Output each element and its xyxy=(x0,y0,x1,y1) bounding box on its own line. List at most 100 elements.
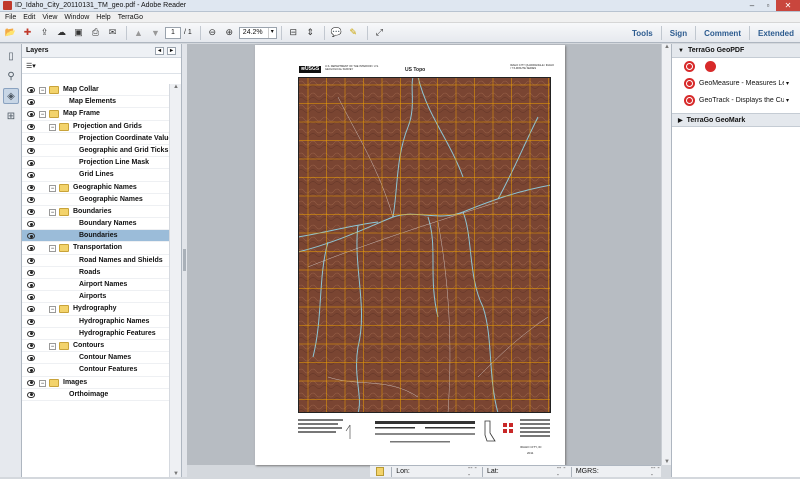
layer-row[interactable]: Grid Lines xyxy=(22,169,170,182)
layer-row[interactable]: Projection Line Mask xyxy=(22,157,170,170)
save-icon[interactable]: ▣ xyxy=(71,25,86,40)
layer-row[interactable]: − Images xyxy=(22,377,170,389)
layer-row[interactable]: Geographic and Grid Ticks xyxy=(22,145,170,158)
fit-page-icon[interactable]: ⊟ xyxy=(286,25,301,40)
previous-page-icon[interactable]: ▲ xyxy=(131,25,146,40)
share-icon[interactable]: ⇪ xyxy=(37,25,52,40)
eye-icon[interactable] xyxy=(27,294,35,301)
eye-icon[interactable] xyxy=(27,196,35,203)
eye-icon[interactable] xyxy=(27,221,35,228)
menu-file[interactable]: File xyxy=(5,14,16,21)
layer-row[interactable]: − Transportation xyxy=(22,242,170,255)
layer-row[interactable]: − Contours xyxy=(22,340,170,353)
eye-icon[interactable] xyxy=(27,172,35,179)
page-thumbnails-icon[interactable]: ▯ xyxy=(3,48,19,64)
layer-row[interactable]: Map Elements xyxy=(22,96,170,109)
layer-row[interactable]: − Map Frame xyxy=(22,108,170,121)
eye-icon[interactable] xyxy=(27,233,35,240)
open-icon[interactable]: 📂 xyxy=(3,25,18,40)
eye-icon[interactable] xyxy=(27,318,35,325)
eye-icon[interactable] xyxy=(27,282,35,288)
eye-icon[interactable] xyxy=(27,123,35,130)
expand-icon[interactable]: ⤢ xyxy=(372,25,387,40)
collapse-panel-button[interactable]: ◂ xyxy=(155,47,164,55)
layer-row[interactable]: Hydrographic Names xyxy=(22,316,170,328)
expand-collapse-icon[interactable]: − xyxy=(39,111,46,119)
eye-icon[interactable] xyxy=(27,355,35,362)
expand-collapse-icon[interactable]: − xyxy=(39,379,46,387)
layer-row[interactable]: Hydrographic Features xyxy=(22,328,170,340)
geotrack-tool[interactable]: GeoTrack - Displays the Cu... ▾ xyxy=(672,92,800,109)
layer-row[interactable]: Geographic Names xyxy=(22,194,170,206)
close-button[interactable]: ✕ xyxy=(776,0,800,11)
menu-help[interactable]: Help xyxy=(96,14,110,21)
eye-icon[interactable] xyxy=(27,330,35,337)
sign-link[interactable]: Sign xyxy=(670,29,687,38)
zoom-out-icon[interactable]: ⊖ xyxy=(205,25,220,40)
comment-link[interactable]: Comment xyxy=(704,29,741,38)
geolocate-icon[interactable] xyxy=(705,61,716,72)
eye-icon[interactable] xyxy=(27,379,35,386)
layer-row[interactable]: Roads xyxy=(22,267,170,279)
expand-collapse-icon[interactable]: − xyxy=(49,342,56,350)
model-tree-icon[interactable]: ⊞ xyxy=(3,108,19,124)
terrago-geopdf-section[interactable]: ▼ TerraGo GeoPDF xyxy=(672,44,800,58)
layer-row[interactable]: − Map Collar xyxy=(22,84,170,97)
topographic-map[interactable] xyxy=(298,77,551,413)
eye-icon[interactable] xyxy=(27,391,35,398)
zoom-level-select[interactable]: 24.2% ▾ xyxy=(238,26,277,39)
zoom-in-icon[interactable]: ⊕ xyxy=(222,25,237,40)
eye-icon[interactable] xyxy=(27,111,35,118)
layer-row[interactable]: Projection Coordinate Values xyxy=(22,133,176,145)
email-icon[interactable]: ✉ xyxy=(105,25,120,40)
eye-icon[interactable] xyxy=(27,147,35,154)
eye-icon[interactable] xyxy=(27,184,35,191)
menu-edit[interactable]: Edit xyxy=(23,14,35,21)
expand-collapse-icon[interactable]: − xyxy=(49,245,56,253)
document-scrollbar[interactable] xyxy=(661,44,671,465)
chevron-down-icon[interactable]: ▾ xyxy=(786,97,789,104)
layer-row[interactable]: Contour Names xyxy=(22,352,170,365)
eye-icon[interactable] xyxy=(27,135,35,142)
layer-row[interactable]: Airports xyxy=(22,291,170,304)
eye-icon[interactable] xyxy=(27,306,35,313)
eye-icon[interactable] xyxy=(27,208,35,215)
geomeasure-tool[interactable]: GeoMeasure - Measures Le... ▾ xyxy=(672,75,800,92)
print-icon[interactable]: ⎙ xyxy=(88,25,103,40)
menu-window[interactable]: Window xyxy=(64,14,89,21)
scroll-mode-icon[interactable]: ⇕ xyxy=(303,25,318,40)
expand-collapse-icon[interactable]: − xyxy=(39,87,46,94)
layer-row[interactable]: Boundary Names xyxy=(22,218,170,231)
panel-menu-button[interactable]: ▸ xyxy=(167,47,176,55)
eye-icon[interactable] xyxy=(27,367,35,374)
layer-row[interactable]: Boundaries xyxy=(22,230,170,243)
create-pdf-icon[interactable]: ✚ xyxy=(20,25,35,40)
layer-row[interactable]: Road Names and Shields xyxy=(22,255,170,267)
menu-view[interactable]: View xyxy=(42,14,57,21)
expand-collapse-icon[interactable]: − xyxy=(49,208,56,216)
eye-icon[interactable] xyxy=(27,245,35,252)
layer-row[interactable]: Contour Features xyxy=(22,364,170,377)
eye-icon[interactable] xyxy=(27,257,35,264)
attachments-icon[interactable]: ⚲ xyxy=(3,68,19,84)
highlight-icon[interactable]: ✎ xyxy=(346,25,361,40)
expand-collapse-icon[interactable]: − xyxy=(49,184,56,192)
layers-options[interactable]: ☰▾ xyxy=(22,58,181,74)
layers-scrollbar[interactable] xyxy=(169,84,181,477)
eye-icon[interactable] xyxy=(27,99,35,106)
page-number-input[interactable]: 1 xyxy=(165,26,181,39)
eye-icon[interactable] xyxy=(27,269,35,276)
extended-link[interactable]: Extended xyxy=(758,29,794,38)
layer-row[interactable]: Orthoimage xyxy=(22,389,170,401)
eye-icon[interactable] xyxy=(27,160,35,167)
comment-icon[interactable]: 💬 xyxy=(329,25,344,40)
menu-terrago[interactable]: TerraGo xyxy=(118,14,143,21)
layer-row[interactable]: − Hydrography xyxy=(22,303,170,316)
terrago-status-icon[interactable] xyxy=(376,467,385,476)
layer-row[interactable]: Airport Names xyxy=(22,279,170,292)
tools-link[interactable]: Tools xyxy=(632,29,653,38)
expand-collapse-icon[interactable]: − xyxy=(49,306,56,314)
expand-collapse-icon[interactable]: − xyxy=(49,123,56,131)
layers-icon[interactable]: ◈ xyxy=(3,88,19,104)
next-page-icon[interactable]: ▼ xyxy=(148,25,163,40)
